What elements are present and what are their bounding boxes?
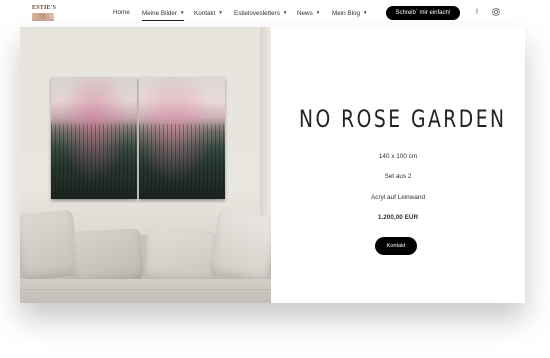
nav-item-label: Mein Blog bbox=[332, 10, 361, 17]
pillow bbox=[70, 228, 144, 284]
chevron-down-icon: ▼ bbox=[282, 10, 288, 15]
chevron-down-icon: ▼ bbox=[315, 10, 321, 15]
artwork-photo bbox=[20, 27, 271, 303]
artwork-price: 1.200,00 EUR bbox=[377, 214, 419, 221]
kontakt-button[interactable]: Kontakt bbox=[375, 237, 417, 255]
facebook-icon[interactable]: f bbox=[476, 8, 478, 18]
nav-item-label: Meine Bilder bbox=[142, 10, 177, 17]
artwork-title: NO ROSE GARDEN bbox=[298, 105, 507, 133]
chevron-down-icon: ▼ bbox=[218, 10, 223, 15]
nav-item-home[interactable]: Home bbox=[113, 8, 130, 18]
pillow bbox=[209, 209, 271, 283]
site-header: ESTIE'S Home Meine Bilder ▼ Kontakt ▼ Esti… bbox=[0, 0, 550, 27]
sofa-seat bbox=[20, 279, 271, 303]
painting-texture bbox=[139, 124, 225, 199]
artwork-info-panel: NO ROSE GARDEN 140 x 100 cm Set aus 2 Ac… bbox=[271, 27, 525, 303]
artwork-size: 140 x 100 cm bbox=[378, 153, 418, 160]
painting-right-canvas bbox=[139, 77, 225, 199]
nav-item-label: Estielovesletters bbox=[234, 10, 280, 17]
logo-underline bbox=[32, 19, 54, 21]
logo-text: ESTIE'S bbox=[32, 5, 57, 11]
site-logo[interactable]: ESTIE'S bbox=[31, 5, 57, 22]
nav-item-meine-bilder[interactable]: Meine Bilder ▼ bbox=[142, 8, 185, 21]
contact-cta-button[interactable]: Schreib` mir einfach! bbox=[386, 6, 460, 20]
nav-item-label: News bbox=[297, 10, 313, 17]
nav-item-label: Home bbox=[113, 9, 130, 16]
painting-left-canvas bbox=[51, 77, 137, 199]
wall-corner bbox=[260, 27, 271, 247]
chevron-down-icon: ▼ bbox=[363, 10, 368, 15]
instagram-icon[interactable] bbox=[492, 8, 500, 20]
nav-item-news[interactable]: News ▼ bbox=[297, 8, 320, 19]
nav-item-label: Kontakt bbox=[194, 10, 216, 17]
chevron-down-icon: ▼ bbox=[180, 10, 185, 15]
painting-texture bbox=[51, 124, 137, 199]
nav-item-mein-blog[interactable]: Mein Blog ▼ bbox=[332, 8, 367, 19]
nav-item-estielovesletters[interactable]: Estielovesletters ▼ bbox=[234, 8, 287, 19]
pillow bbox=[144, 228, 218, 284]
artwork-set: Set aus 2 bbox=[384, 173, 412, 180]
artwork-medium: Acryl auf Leinwand bbox=[371, 194, 425, 201]
nav-item-kontakt[interactable]: Kontakt ▼ bbox=[194, 8, 223, 19]
